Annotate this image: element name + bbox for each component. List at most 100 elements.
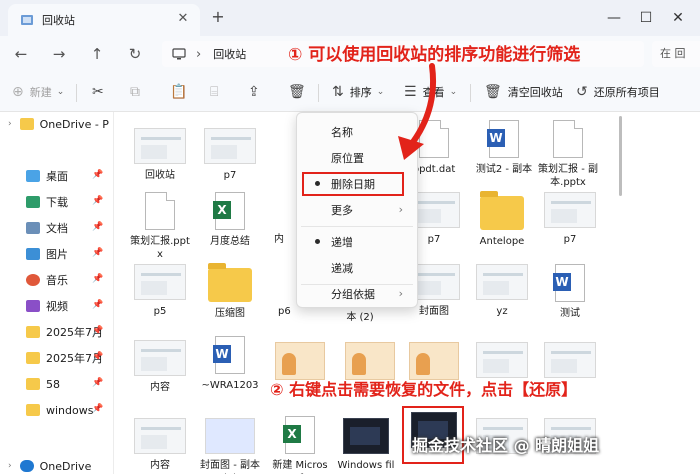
menu-item-more[interactable]: 更多 › xyxy=(301,197,413,223)
file-item[interactable] xyxy=(270,342,330,380)
sidebar-item-folder-2025-7-b[interactable]: 2025年7月 📌 xyxy=(0,346,114,370)
file-item[interactable]: X 新建 Microsoft xyxy=(270,416,330,474)
sidebar-item-downloads[interactable]: 下载 📌 xyxy=(0,190,114,214)
file-thumbnail xyxy=(205,418,255,454)
file-thumbnail xyxy=(275,342,325,380)
menu-item-group-by[interactable]: 分组依据 › xyxy=(301,281,413,307)
cut-button[interactable]: ✂ xyxy=(92,82,110,102)
paste-button[interactable]: 📋 xyxy=(170,82,193,102)
new-label: 新建 xyxy=(29,86,52,99)
sort-arrows-icon: ⇅ xyxy=(332,84,344,100)
video-icon xyxy=(26,300,40,312)
arrow-right-icon[interactable]: → xyxy=(48,43,70,65)
file-item[interactable]: p5 xyxy=(130,264,190,318)
file-item[interactable]: 封面图 - 副本 (2) xyxy=(200,418,260,474)
file-item[interactable]: W 测试2 - 副本 xyxy=(474,120,534,176)
divider xyxy=(76,84,77,102)
restore-all-button[interactable]: ↺ 还原所有项目 xyxy=(576,82,660,102)
new-button[interactable]: ⊕ 新建 ⌄ xyxy=(12,82,64,102)
paste-icon: 📋 xyxy=(170,84,188,100)
sidebar-item-desktop[interactable]: 桌面 📌 xyxy=(0,164,114,188)
sidebar-item-pictures[interactable]: 图片 📌 xyxy=(0,242,114,266)
rename-button[interactable]: ⌸ xyxy=(210,82,224,102)
new-tab-icon[interactable]: + xyxy=(210,9,226,25)
breadcrumb-recycle-bin[interactable]: 回收站 xyxy=(213,46,246,62)
sort-button[interactable]: ⇅ 排序 ⌄ xyxy=(332,82,384,102)
maximize-icon[interactable]: ☐ xyxy=(636,8,656,28)
file-item[interactable]: 策划汇报.pptx xyxy=(130,192,190,261)
sidebar-item-label: 文档 xyxy=(46,222,68,235)
sidebar-item-music[interactable]: 音乐 📌 xyxy=(0,268,114,292)
close-window-icon[interactable]: ✕ xyxy=(668,8,688,28)
refresh-icon[interactable]: ↻ xyxy=(124,43,146,65)
annotation-step-2: ② 右键点击需要恢复的文件，点击【还原】 xyxy=(270,380,578,399)
navigation-pane: › OneDrive - P 桌面 📌 下载 📌 文档 📌 图片 📌 音乐 📌 … xyxy=(0,112,114,474)
music-icon xyxy=(26,274,40,286)
breadcrumb-chevron-icon: › xyxy=(196,46,202,62)
file-item[interactable]: 策划汇报 - 副本.pptx xyxy=(538,120,598,189)
date-deleted-highlight xyxy=(302,172,404,196)
menu-item-ascending[interactable]: 递增 xyxy=(301,229,413,255)
sidebar-item-label: 桌面 xyxy=(46,170,68,183)
file-item[interactable] xyxy=(472,342,532,378)
file-item[interactable]: 内容 xyxy=(130,418,190,472)
menu-item-descending[interactable]: 递减 xyxy=(301,255,413,281)
tab-title: 回收站 xyxy=(42,14,75,27)
arrow-up-icon[interactable]: ↑ xyxy=(86,43,108,65)
folder-icon xyxy=(208,263,252,302)
file-item[interactable]: W ~WRA1203 xyxy=(200,336,260,392)
file-item[interactable]: Antelope xyxy=(472,191,532,248)
close-tab-icon[interactable]: ✕ xyxy=(176,12,190,26)
trash-icon: 🗑 xyxy=(484,84,502,100)
tab-recycle-bin[interactable]: 回收站 ✕ xyxy=(8,4,200,36)
file-thumbnail xyxy=(544,192,596,228)
file-item[interactable]: yz xyxy=(472,264,532,318)
delete-button[interactable]: 🗑 xyxy=(288,82,312,102)
file-item[interactable]: X 月度总结 xyxy=(200,192,260,248)
arrow-left-icon[interactable]: ← xyxy=(10,43,32,65)
file-item[interactable]: 本 (2) xyxy=(330,306,390,324)
file-item[interactable] xyxy=(540,342,600,378)
pin-icon: 📌 xyxy=(92,326,104,336)
sidebar-item-folder-windows[interactable]: windows 📌 xyxy=(0,398,114,422)
file-item[interactable] xyxy=(340,342,400,380)
minimize-icon[interactable]: — xyxy=(604,8,624,28)
file-item[interactable]: p7 xyxy=(200,128,260,182)
menu-item-label: 原位置 xyxy=(331,152,364,165)
folder-icon xyxy=(26,352,40,364)
copy-button[interactable]: ⧉ xyxy=(130,82,146,102)
empty-recycle-bin-button[interactable]: 🗑 清空回收站 xyxy=(484,82,563,102)
file-item[interactable]: 内容 xyxy=(130,340,190,394)
sidebar-item-onedrive[interactable]: › OneDrive xyxy=(0,454,114,474)
sidebar-item-onedrive-personal[interactable]: › OneDrive - P xyxy=(0,112,114,136)
sidebar-item-folder-2025-7-a[interactable]: 2025年7月 📌 xyxy=(0,320,114,344)
file-item[interactable]: Windows file xyxy=(336,418,396,474)
sidebar-item-folder-58[interactable]: 58 📌 xyxy=(0,372,114,396)
file-name: p7 xyxy=(563,234,577,245)
file-name: 本 (2) xyxy=(346,312,374,323)
recycle-bin-icon xyxy=(21,15,33,25)
file-item[interactable]: p7 xyxy=(540,192,600,246)
file-item[interactable]: 回收站 xyxy=(130,128,190,182)
pin-icon: 📌 xyxy=(92,300,104,310)
file-thumbnail xyxy=(134,264,186,300)
search-input[interactable]: 在 回 xyxy=(652,41,700,67)
folder-icon xyxy=(26,326,40,338)
sidebar-item-label: 图片 xyxy=(46,248,68,261)
sidebar-item-videos[interactable]: 视频 📌 xyxy=(0,294,114,318)
picture-icon xyxy=(26,248,40,260)
file-name: 新建 Microsoft xyxy=(272,460,328,474)
share-button[interactable]: ⇪ xyxy=(248,82,266,102)
sidebar-item-documents[interactable]: 文档 📌 xyxy=(0,216,114,240)
vertical-scrollbar[interactable] xyxy=(619,116,622,196)
file-item[interactable]: W 测试 xyxy=(540,264,600,320)
file-thumbnail xyxy=(476,342,528,378)
folder-icon xyxy=(480,191,524,230)
menu-divider xyxy=(301,226,413,227)
file-item[interactable] xyxy=(404,342,464,380)
file-item[interactable]: 压缩图 xyxy=(200,263,260,320)
file-name: 回收站 xyxy=(145,170,175,181)
chevron-right-icon: › xyxy=(398,287,403,300)
cloud-icon xyxy=(19,460,34,472)
file-name: 测试2 - 副本 xyxy=(475,164,533,175)
